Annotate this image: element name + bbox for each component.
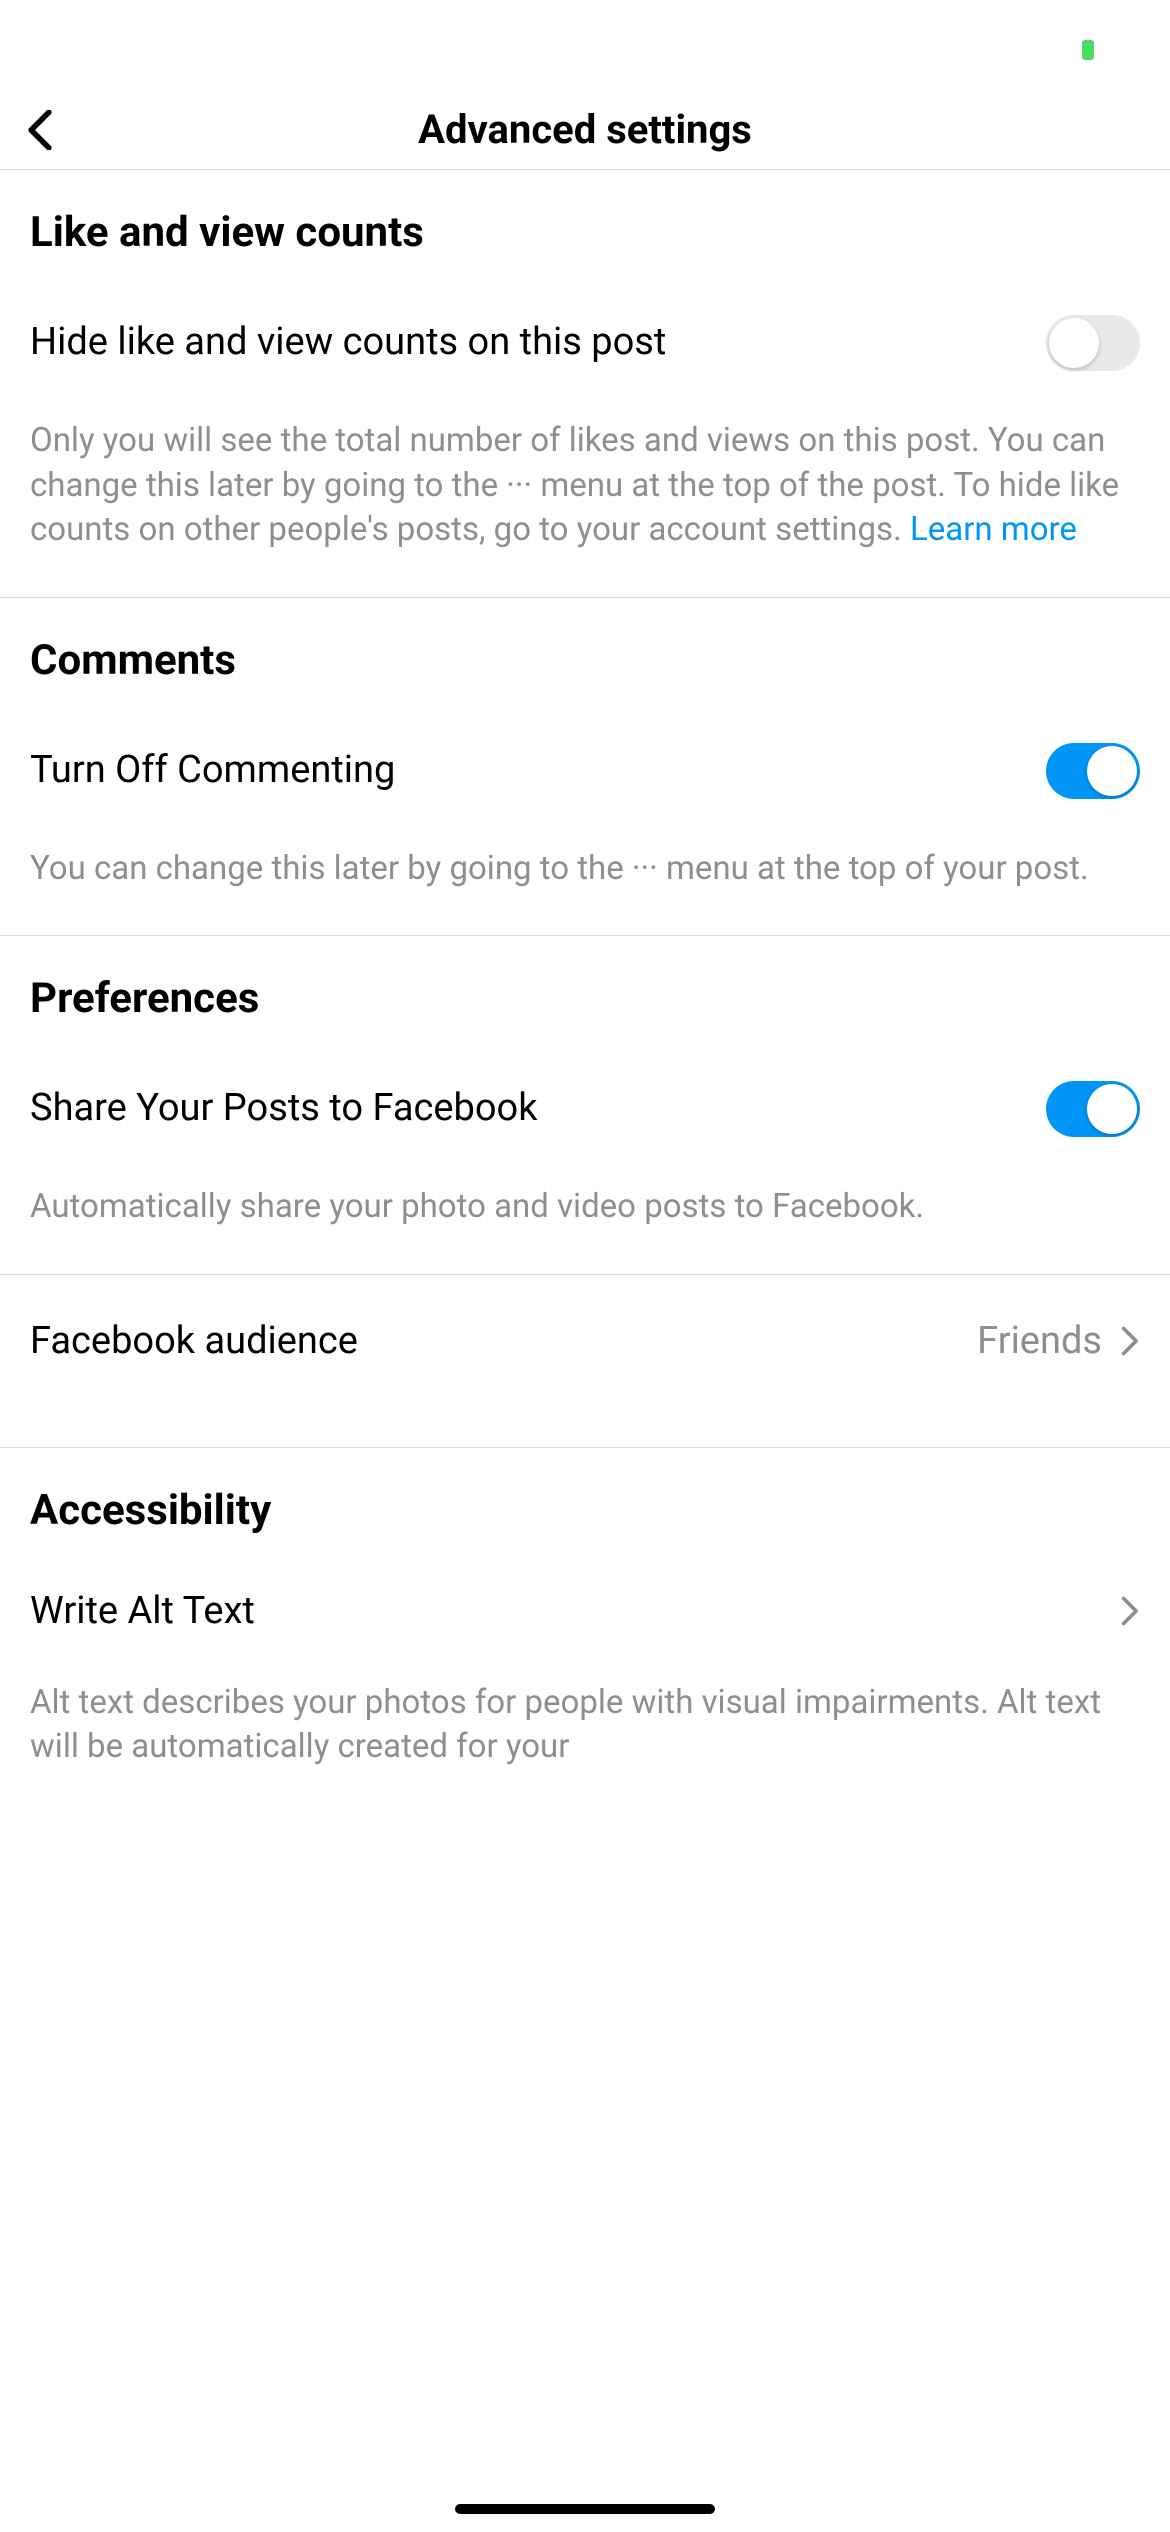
nav-label-facebook-audience: Facebook audience bbox=[30, 1319, 977, 1363]
page-title: Advanced settings bbox=[0, 106, 1170, 153]
section-title-comments: Comments bbox=[30, 598, 1140, 695]
section-accessibility-desc: Alt text describes your photos for peopl… bbox=[0, 1643, 1170, 1814]
toggle-knob bbox=[1087, 1084, 1137, 1134]
status-bar bbox=[0, 0, 1170, 90]
section-comments: Comments Turn Off Commenting You can cha… bbox=[0, 598, 1170, 936]
nav-value-facebook-audience: Friends bbox=[977, 1319, 1102, 1363]
description-hide-likes: Only you will see the total number of li… bbox=[30, 381, 1140, 597]
back-button[interactable] bbox=[18, 108, 62, 152]
header: Advanced settings bbox=[0, 90, 1170, 170]
nav-row-alt-text[interactable]: Write Alt Text bbox=[0, 1545, 1170, 1643]
toggle-hide-likes[interactable] bbox=[1046, 315, 1140, 371]
setting-label-hide-likes: Hide like and view counts on this post bbox=[30, 320, 1026, 366]
setting-row-share-facebook: Share Your Posts to Facebook bbox=[30, 1033, 1140, 1147]
section-preferences: Preferences Share Your Posts to Facebook… bbox=[0, 936, 1170, 1274]
setting-row-hide-likes: Hide like and view counts on this post bbox=[30, 267, 1140, 381]
toggle-knob bbox=[1049, 318, 1099, 368]
section-title-preferences: Preferences bbox=[30, 936, 1140, 1033]
description-share-facebook: Automatically share your photo and video… bbox=[30, 1147, 1140, 1274]
toggle-share-facebook[interactable] bbox=[1046, 1081, 1140, 1137]
description-alt-text: Alt text describes your photos for peopl… bbox=[30, 1643, 1140, 1814]
section-title-accessibility: Accessibility bbox=[30, 1448, 1140, 1545]
setting-label-commenting: Turn Off Commenting bbox=[30, 748, 1026, 794]
section-title-likes: Like and view counts bbox=[30, 170, 1140, 267]
section-likes: Like and view counts Hide like and view … bbox=[0, 170, 1170, 597]
nav-label-alt-text: Write Alt Text bbox=[30, 1589, 1118, 1633]
learn-more-link[interactable]: Learn more bbox=[910, 510, 1077, 549]
setting-row-commenting: Turn Off Commenting bbox=[30, 695, 1140, 809]
toggle-commenting[interactable] bbox=[1046, 743, 1140, 799]
chevron-right-icon bbox=[1118, 1595, 1140, 1627]
chevron-right-icon bbox=[1118, 1325, 1140, 1357]
setting-label-share-facebook: Share Your Posts to Facebook bbox=[30, 1086, 1026, 1132]
section-accessibility: Accessibility bbox=[0, 1448, 1170, 1545]
description-commenting: You can change this later by going to th… bbox=[30, 809, 1140, 936]
chevron-left-icon bbox=[26, 110, 54, 150]
home-indicator[interactable] bbox=[455, 2504, 715, 2514]
battery-indicator-icon bbox=[1082, 40, 1094, 60]
toggle-knob bbox=[1087, 746, 1137, 796]
nav-row-facebook-audience[interactable]: Facebook audience Friends bbox=[0, 1275, 1170, 1407]
